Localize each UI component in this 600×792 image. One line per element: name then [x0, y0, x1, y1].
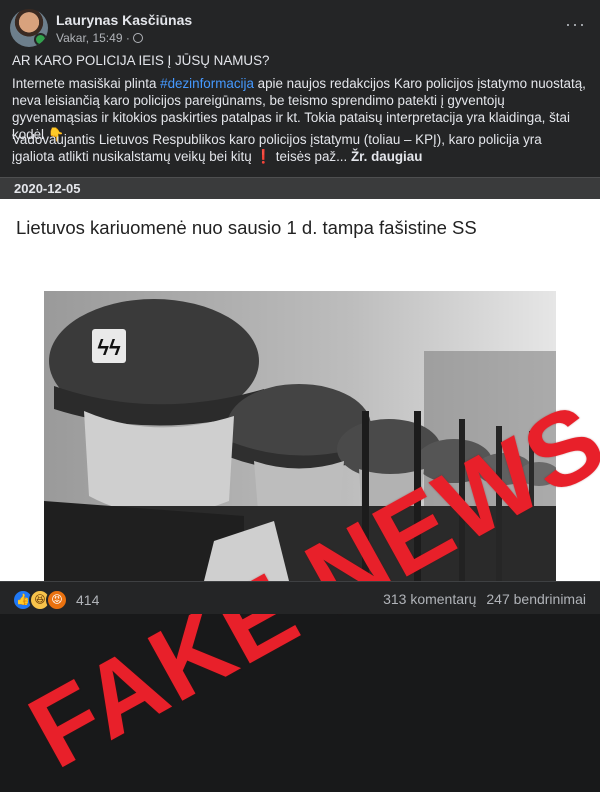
see-more-link[interactable]: Žr. daugiau: [351, 149, 422, 164]
author-meta: Laurynas Kasčiūnas Vakar, 15:49 ·: [56, 12, 192, 45]
author-avatar[interactable]: [10, 9, 48, 47]
post-header: Laurynas Kasčiūnas Vakar, 15:49 ·: [10, 8, 192, 48]
post-stats: 313 komentarų 247 bendrinimai: [383, 591, 586, 607]
facebook-post: Laurynas Kasčiūnas Vakar, 15:49 · ··· AR…: [0, 0, 600, 791]
hashtag-link[interactable]: #dezinformacija: [160, 76, 254, 91]
reaction-count[interactable]: 414: [76, 592, 99, 608]
paragraph-1-start: Internete masiškai plinta: [12, 76, 161, 91]
post-headline: AR KARO POLICIJA IEIS Į JŪSŲ NAMUS?: [12, 52, 586, 69]
timestamp-text[interactable]: Vakar, 15:49 ·: [56, 31, 130, 45]
exclamation-icon: ❗: [255, 149, 273, 164]
author-name[interactable]: Laurynas Kasčiūnas: [56, 12, 192, 28]
shared-image-card[interactable]: Lietuvos kariuomenė nuo sausio 1 d. tamp…: [0, 199, 600, 791]
shared-date: 2020-12-05: [14, 181, 81, 196]
post-timestamp[interactable]: Vakar, 15:49 ·: [56, 31, 192, 45]
post-paragraph-2: Vadovaujantis Lietuvos Respublikos karo …: [12, 131, 586, 165]
shares-count[interactable]: 247 bendrinimai: [486, 591, 586, 607]
shared-title: Lietuvos kariuomenė nuo sausio 1 d. tamp…: [16, 217, 477, 238]
globe-icon: [132, 32, 143, 43]
more-options-icon[interactable]: ···: [565, 14, 586, 35]
comments-count[interactable]: 313 komentarų: [383, 591, 476, 607]
online-status-icon: [34, 33, 47, 46]
headline-text: AR KARO POLICIJA IEIS Į JŪSŲ NAMUS?: [12, 53, 270, 68]
svg-text:ϟϟ: ϟϟ: [97, 335, 121, 360]
post-footer: 👍 😆 😡 414 313 komentarų 247 bendrinimai: [0, 581, 600, 614]
shared-date-bar: 2020-12-05: [0, 177, 600, 200]
reactions-summary[interactable]: 👍 😆 😡 414: [12, 589, 99, 611]
angry-reaction-icon: 😡: [46, 589, 68, 611]
paragraph-2-end: teisės paž...: [272, 149, 351, 164]
